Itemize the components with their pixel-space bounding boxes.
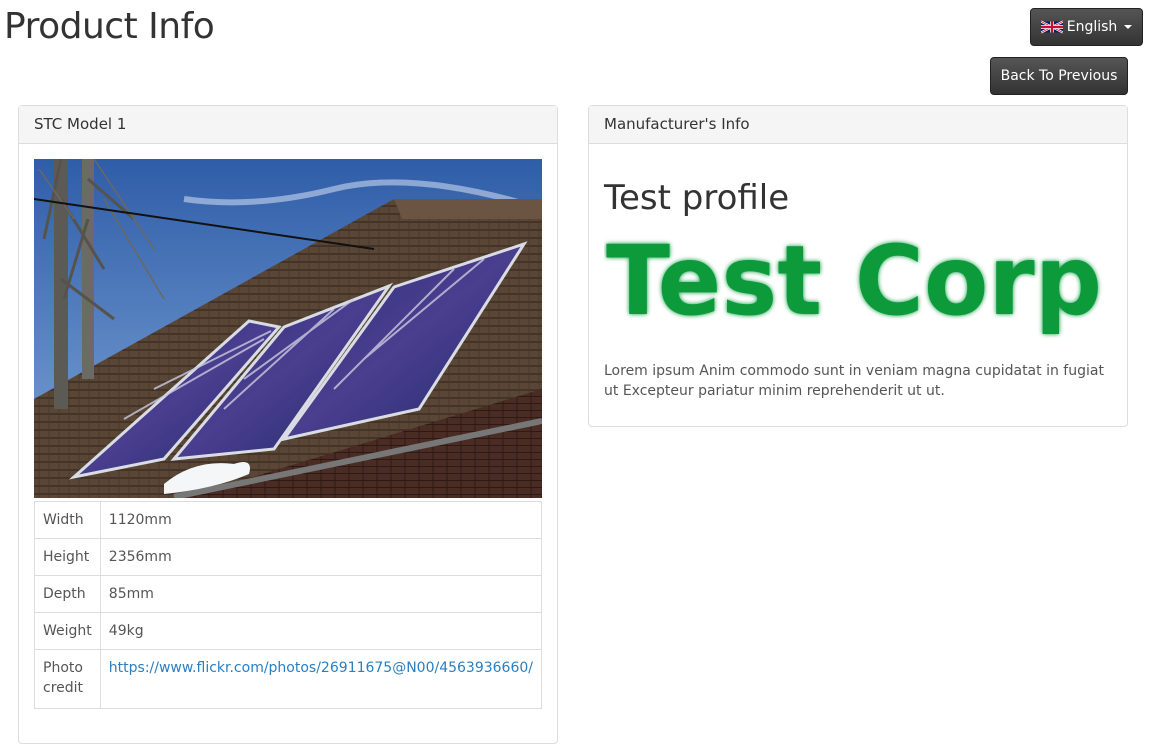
page-title: Product Info xyxy=(4,6,215,47)
table-row: Width 1120mm xyxy=(34,501,543,539)
company-logo: Test Corp xyxy=(606,226,1102,337)
table-row: Photo credit https://www.flickr.com/phot… xyxy=(34,649,543,709)
svg-text:Test Corp: Test Corp xyxy=(606,226,1102,337)
spec-value: 1120mm xyxy=(99,501,543,539)
spec-value: https://www.flickr.com/photos/26911675@N… xyxy=(99,649,543,709)
spec-label: Width xyxy=(34,501,101,539)
spec-label: Weight xyxy=(34,612,101,650)
spec-label: Depth xyxy=(34,575,101,613)
solar-roof-image xyxy=(34,159,542,498)
manufacturer-panel: Manufacturer's Info Test profile Test Co… xyxy=(588,105,1128,427)
table-row: Depth 85mm xyxy=(34,575,543,613)
product-photo xyxy=(34,159,542,498)
language-dropdown[interactable]: English xyxy=(1030,8,1143,46)
caret-down-icon xyxy=(1124,25,1133,29)
uk-flag-icon xyxy=(1040,20,1063,34)
profile-description: Lorem ipsum Anim commodo sunt in veniam … xyxy=(604,363,1104,399)
manufacturer-panel-heading: Manufacturer's Info xyxy=(589,106,1127,144)
product-panel-heading: STC Model 1 xyxy=(19,106,557,144)
table-row: Weight 49kg xyxy=(34,612,543,650)
photo-credit-link[interactable]: https://www.flickr.com/photos/26911675@N… xyxy=(109,660,533,676)
spec-table: Width 1120mm Height 2356mm Depth 85mm We… xyxy=(34,501,543,709)
spec-value: 49kg xyxy=(99,612,543,650)
spec-label: Height xyxy=(34,538,101,576)
spec-value: 85mm xyxy=(99,575,543,613)
table-row: Height 2356mm xyxy=(34,538,543,576)
spec-label: Photo credit xyxy=(34,649,101,709)
back-to-previous-button[interactable]: Back To Previous xyxy=(990,57,1128,95)
product-panel: STC Model 1 Width 1120mm Height 2356mm D… xyxy=(18,105,558,744)
profile-title: Test profile xyxy=(604,178,790,218)
language-label: English xyxy=(1066,19,1118,35)
spec-value: 2356mm xyxy=(99,538,543,576)
